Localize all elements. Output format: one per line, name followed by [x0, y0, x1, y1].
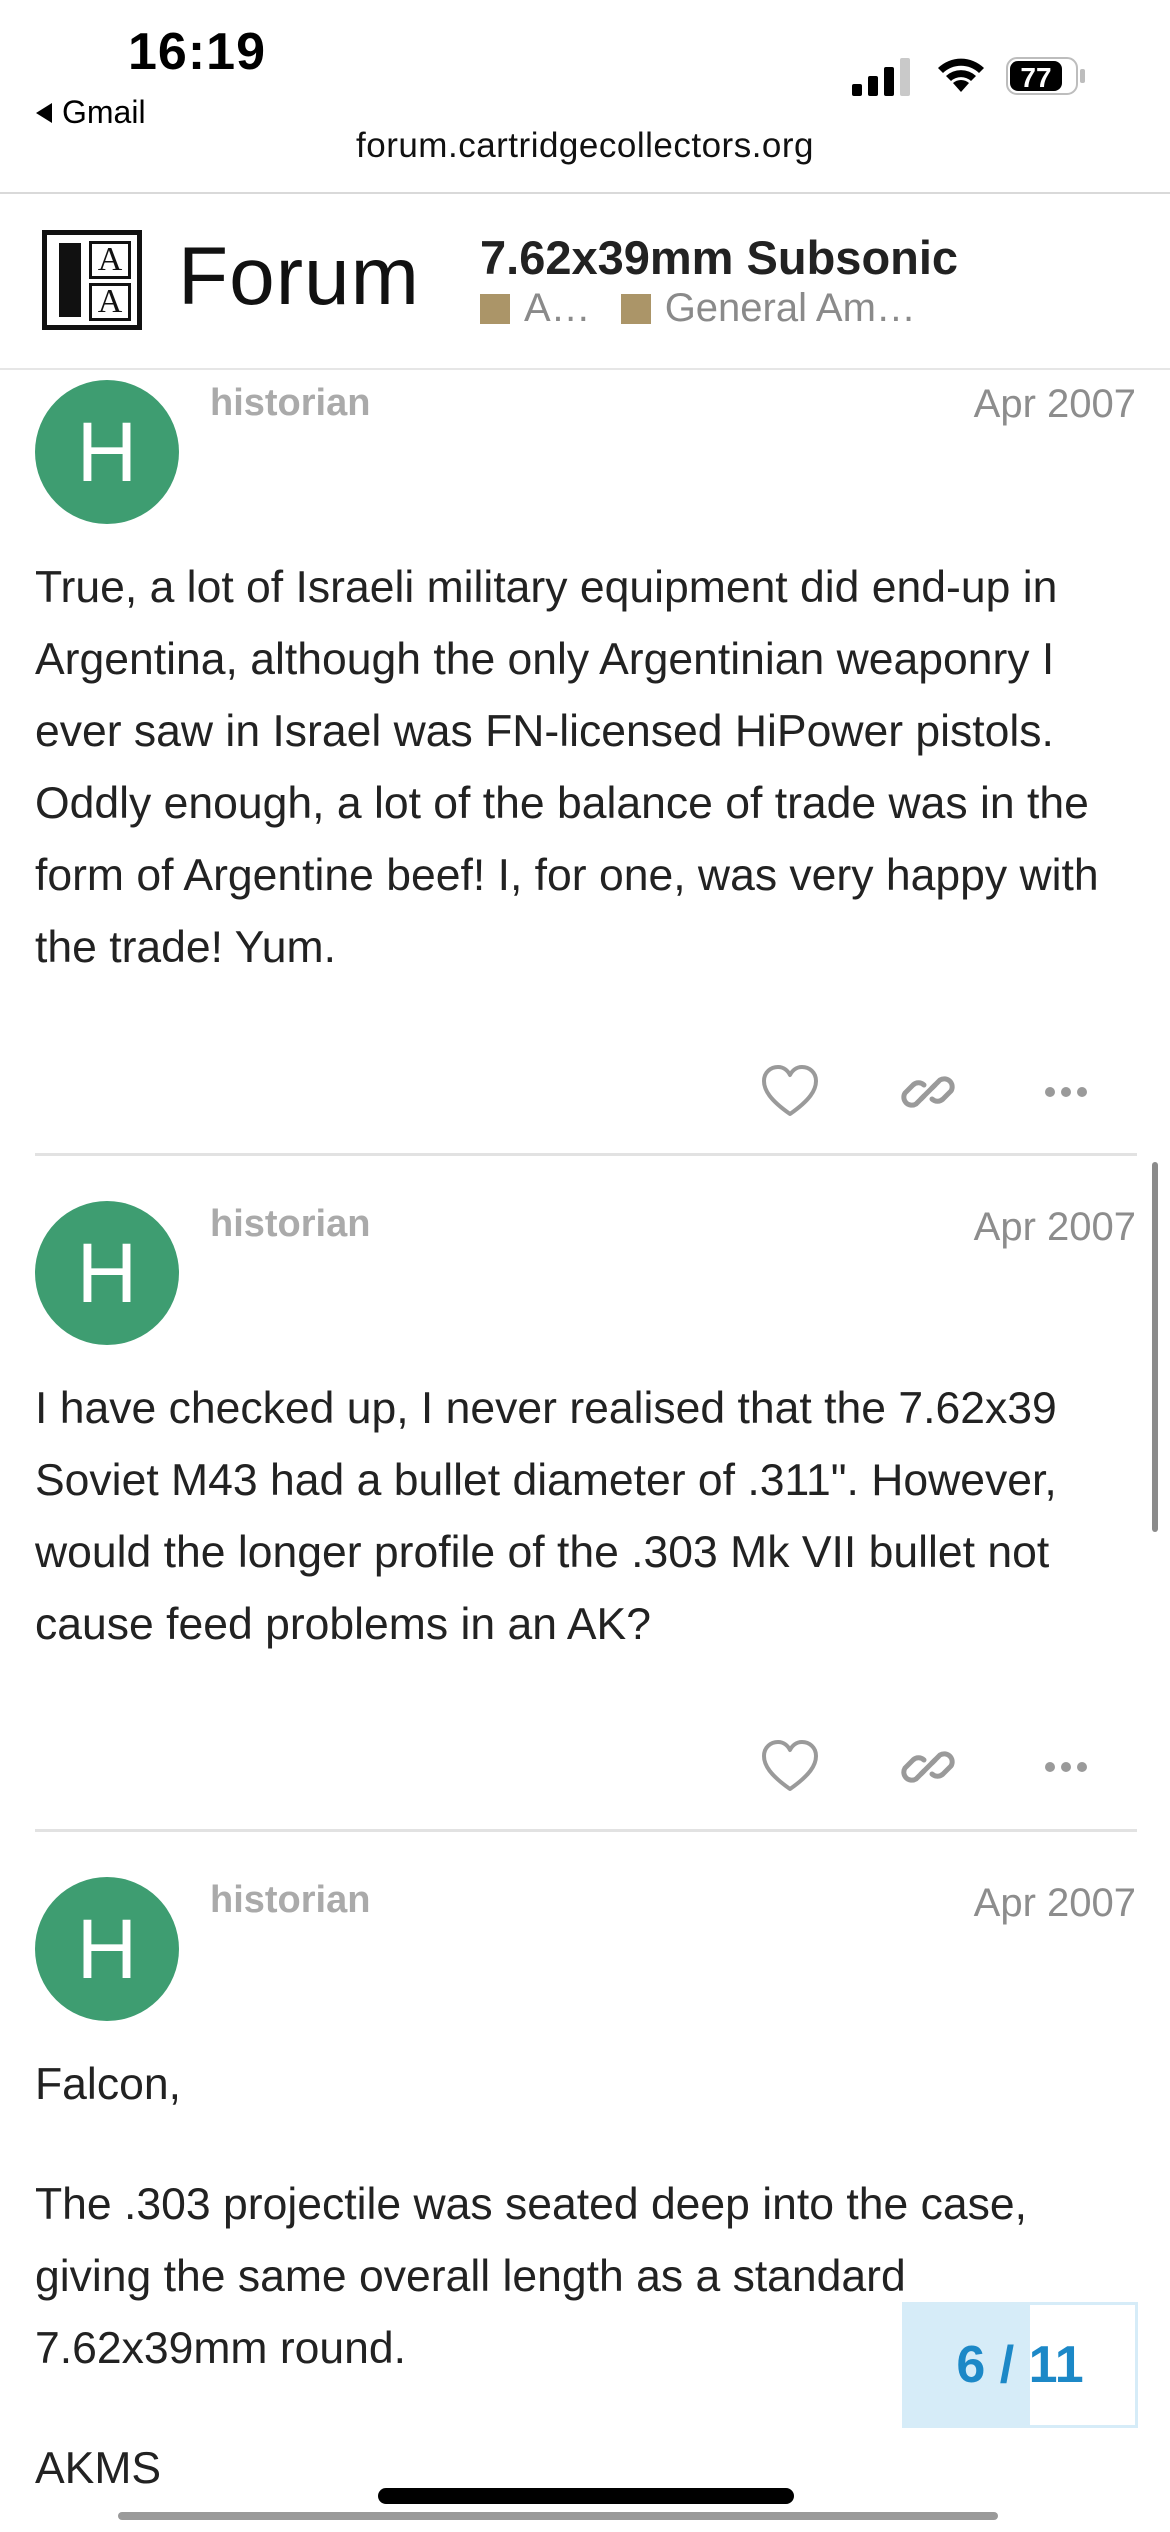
- more-options-icon[interactable]: [1036, 1062, 1096, 1122]
- avatar[interactable]: H: [35, 1877, 179, 2021]
- post-paragraph: Falcon,: [35, 2060, 181, 2109]
- progress-label: 6 / 11: [956, 2336, 1084, 2394]
- category-color-swatch: [480, 293, 510, 324]
- more-options-icon[interactable]: [1036, 1737, 1096, 1797]
- home-indicator[interactable]: [378, 2488, 794, 2504]
- back-arrow-icon: [36, 102, 52, 123]
- logo-bar: [59, 243, 81, 317]
- heart-icon[interactable]: [760, 1737, 820, 1797]
- category-color-swatch: [620, 293, 651, 324]
- post-username[interactable]: historian: [210, 1879, 370, 1922]
- forum-wordmark[interactable]: Forum: [178, 230, 420, 324]
- category-link-child[interactable]: General Am…: [620, 286, 916, 331]
- breadcrumb: A… General Am…: [480, 286, 916, 331]
- scroll-indicator[interactable]: [1152, 1162, 1158, 1532]
- battery-icon: 77: [1006, 57, 1085, 95]
- post-divider: [35, 1829, 1137, 1832]
- logo-letter-top: A: [89, 241, 131, 279]
- url-bar[interactable]: forum.cartridgecollectors.org: [0, 126, 1170, 166]
- iaa-logo[interactable]: A A: [42, 230, 142, 330]
- post-date[interactable]: Apr 2007: [974, 382, 1136, 427]
- heart-icon[interactable]: [760, 1062, 820, 1122]
- post-date[interactable]: Apr 2007: [974, 1881, 1136, 1926]
- post-body: True, a lot of Israeli military equipmen…: [35, 552, 1145, 984]
- post-paragraph: I have checked up, I never realised that…: [35, 1384, 1057, 1649]
- post-paragraph: True, a lot of Israeli military equipmen…: [35, 563, 1099, 972]
- link-icon[interactable]: [898, 1737, 958, 1797]
- topic-title[interactable]: 7.62x39mm Subsonic: [480, 230, 958, 285]
- wifi-icon: [938, 58, 984, 92]
- post-username[interactable]: historian: [210, 382, 370, 425]
- avatar[interactable]: H: [35, 380, 179, 524]
- logo-letter-bottom: A: [89, 283, 131, 321]
- post-body: Falcon, The .303 projectile was seated d…: [35, 2049, 1145, 2505]
- browser-bottom-bar: [118, 2512, 998, 2520]
- forum-header: A A Forum 7.62x39mm Subsonic A… General …: [0, 194, 1170, 370]
- avatar[interactable]: H: [35, 1201, 179, 1345]
- status-time: 16:19: [128, 23, 266, 81]
- header-divider: [0, 368, 1170, 370]
- post-divider: [35, 1153, 1137, 1156]
- category-link-parent[interactable]: A…: [524, 286, 591, 331]
- status-bar: 16:19 Gmail 77 forum.cartridgecollectors…: [0, 0, 1170, 165]
- post-date[interactable]: Apr 2007: [974, 1205, 1136, 1250]
- battery-level: 77: [1020, 62, 1051, 93]
- cellular-signal-icon: [852, 58, 910, 96]
- post-username[interactable]: historian: [210, 1203, 370, 1246]
- topic-progress-button[interactable]: 6 / 11: [902, 2302, 1138, 2428]
- post-body: I have checked up, I never realised that…: [35, 1373, 1145, 1661]
- link-icon[interactable]: [898, 1062, 958, 1122]
- category-label: General Am…: [664, 286, 916, 330]
